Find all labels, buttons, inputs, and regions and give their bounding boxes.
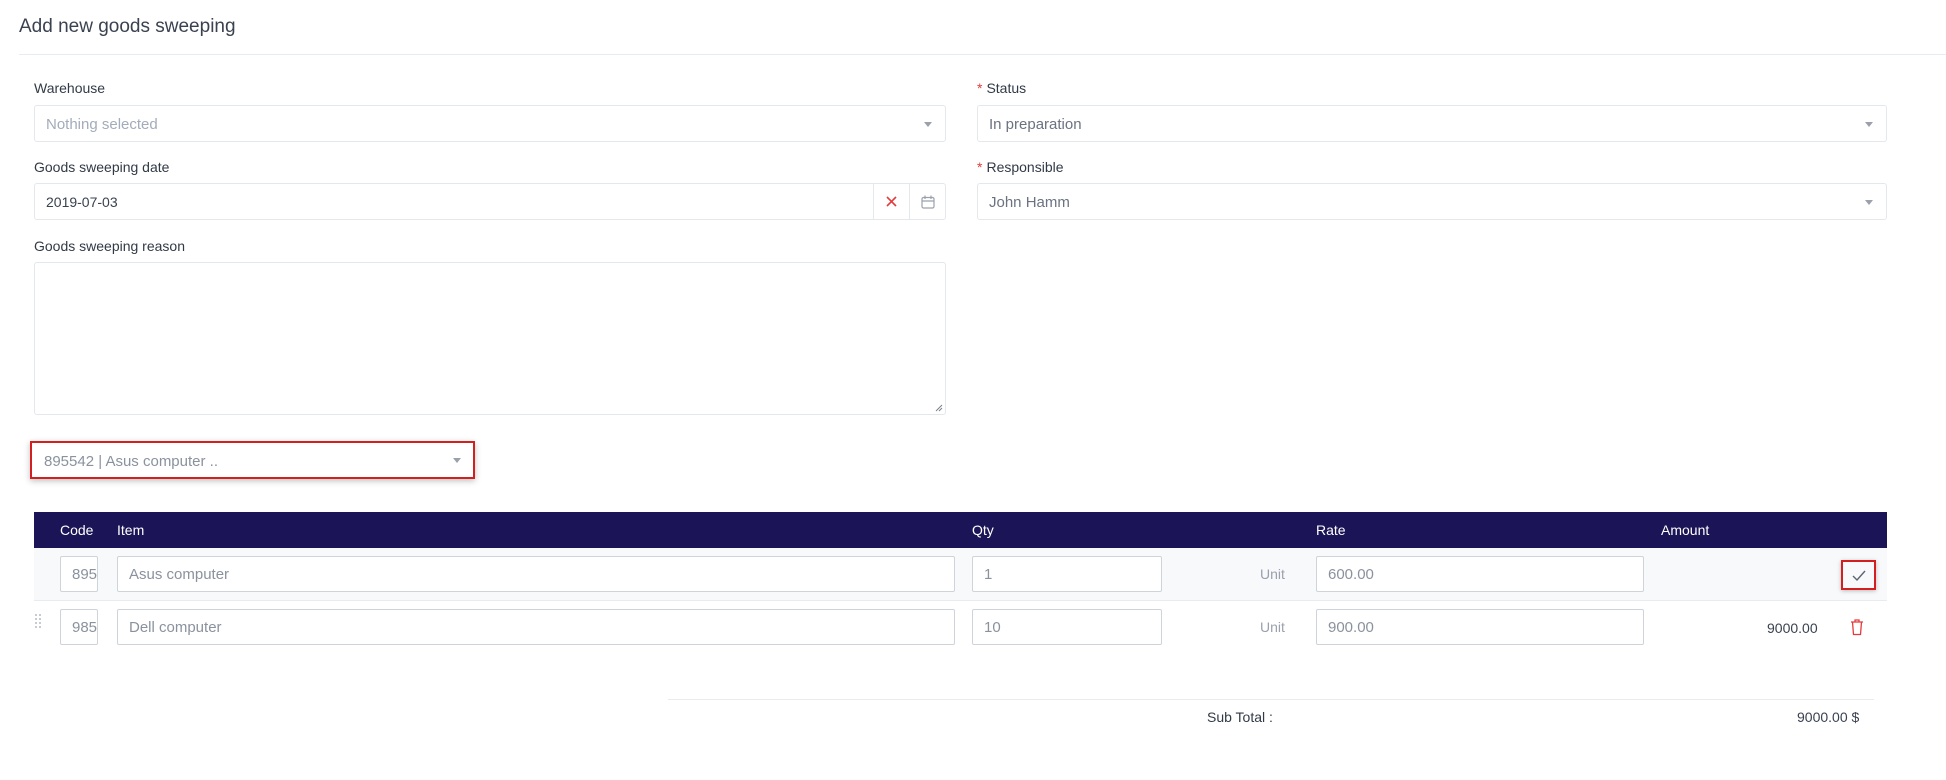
required-mark: *	[977, 80, 983, 96]
reason-textarea[interactable]	[34, 262, 946, 415]
responsible-value: John Hamm	[989, 194, 1070, 211]
col-item: Item	[117, 522, 145, 538]
calendar-button[interactable]	[909, 184, 945, 219]
item-input[interactable]: Asus computer	[117, 556, 955, 592]
warehouse-select[interactable]: Nothing selected	[34, 105, 946, 142]
qty-input[interactable]: 10	[972, 609, 1162, 645]
clear-date-button[interactable]	[873, 184, 909, 219]
table-row: 895542 Asus computer 1 Unit 600.00	[34, 548, 1887, 601]
warehouse-label: Warehouse	[34, 80, 106, 96]
col-amount: Amount	[1661, 522, 1710, 538]
drag-handle-icon[interactable]	[34, 613, 44, 629]
calendar-icon	[920, 195, 935, 209]
unit-label: Unit	[1260, 566, 1285, 582]
chevron-down-icon	[453, 458, 461, 463]
qty-value: 1	[984, 566, 993, 583]
responsible-select[interactable]: John Hamm	[977, 183, 1887, 220]
unit-label: Unit	[1260, 619, 1285, 635]
status-select[interactable]: In preparation	[977, 105, 1887, 142]
items-table-header: Code Item Qty Rate Amount	[34, 512, 1887, 548]
rate-value: 900.00	[1328, 619, 1374, 636]
code-value: 985542	[72, 619, 98, 636]
table-row: 985542 Dell computer 10 Unit 900.00 9000…	[34, 601, 1887, 654]
item-value: Dell computer	[129, 619, 222, 636]
status-value: In preparation	[989, 116, 1082, 133]
col-code: Code	[60, 522, 94, 538]
code-value: 895542	[72, 566, 98, 583]
rate-input[interactable]: 600.00	[1316, 556, 1644, 592]
item-picker-select[interactable]: 895542 | Asus computer ..	[30, 441, 475, 479]
resize-grip-icon[interactable]	[935, 404, 943, 412]
item-input[interactable]: Dell computer	[117, 609, 955, 645]
col-rate: Rate	[1316, 522, 1346, 538]
status-label-text: Status	[986, 80, 1027, 96]
item-picker-value: 895542 | Asus computer ..	[44, 453, 219, 470]
required-mark: *	[977, 159, 983, 175]
rate-value: 600.00	[1328, 566, 1374, 583]
date-value: 2019-07-03	[46, 194, 118, 210]
chevron-down-icon	[1865, 200, 1873, 205]
date-label: Goods sweeping date	[34, 159, 170, 175]
close-icon	[886, 196, 897, 207]
subtotal-value: 9000.00 $	[1797, 709, 1860, 725]
chevron-down-icon	[924, 122, 932, 127]
qty-value: 10	[984, 619, 1001, 636]
qty-input[interactable]: 1	[972, 556, 1162, 592]
reason-label: Goods sweeping reason	[34, 238, 185, 254]
chevron-down-icon	[1865, 122, 1873, 127]
totals-divider	[668, 699, 1874, 700]
status-label: * Status	[977, 80, 1026, 96]
date-field[interactable]: 2019-07-03	[34, 183, 946, 220]
subtotal-label: Sub Total :	[1207, 709, 1273, 725]
rate-input[interactable]: 900.00	[1316, 609, 1644, 645]
col-qty: Qty	[972, 522, 994, 538]
code-input[interactable]: 985542	[60, 609, 98, 645]
item-value: Asus computer	[129, 566, 230, 583]
trash-icon[interactable]	[1849, 618, 1865, 636]
title-divider	[19, 54, 1946, 55]
code-input[interactable]: 895542	[60, 556, 98, 592]
responsible-label: * Responsible	[977, 159, 1064, 175]
amount-value: 9000.00	[1767, 620, 1818, 636]
warehouse-placeholder: Nothing selected	[46, 116, 158, 133]
page-title: Add new goods sweeping	[19, 16, 236, 37]
check-icon	[1852, 570, 1866, 581]
confirm-row-button[interactable]	[1841, 560, 1876, 590]
responsible-label-text: Responsible	[986, 159, 1064, 175]
